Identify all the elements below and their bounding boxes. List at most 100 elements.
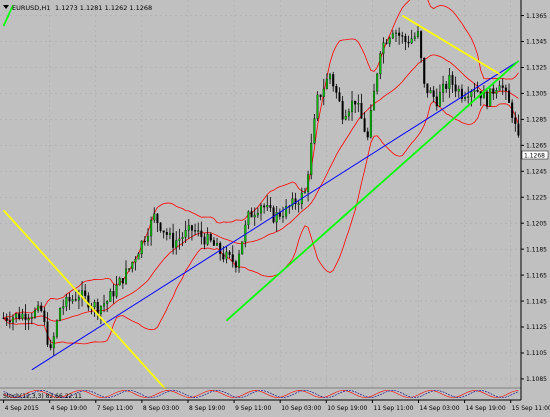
candle-body bbox=[172, 232, 175, 248]
chart-window[interactable]: Stoch(12,3,3) 82.66 22.11 1.1365 1.1345 1.… bbox=[0, 0, 550, 413]
candle-body bbox=[181, 237, 184, 240]
price-tick-label: 1.1305 bbox=[526, 91, 547, 98]
candle-body bbox=[511, 102, 514, 118]
candle-body bbox=[150, 219, 153, 237]
candle-body bbox=[420, 31, 423, 59]
price-chart[interactable]: Stoch(12,3,3) 82.66 22.11 1.1365 1.1345 1.… bbox=[0, 0, 550, 413]
candle-body bbox=[106, 301, 109, 304]
candle-body bbox=[263, 205, 266, 208]
candle-body bbox=[432, 90, 435, 97]
candle-body bbox=[212, 240, 215, 246]
candle-body bbox=[112, 291, 115, 297]
candle-body bbox=[256, 212, 259, 216]
symbol-label: EURUSD,H1 bbox=[12, 4, 50, 12]
candle-body bbox=[68, 297, 71, 302]
candle-body bbox=[109, 291, 112, 302]
candle-body bbox=[363, 118, 366, 132]
time-tick-label: 14 Sep 19:00 bbox=[466, 405, 506, 412]
candle-body bbox=[394, 32, 398, 34]
price-tick-label: 1.1265 bbox=[526, 143, 547, 150]
price-tick-label: 1.1365 bbox=[526, 13, 547, 20]
candle-body bbox=[40, 305, 43, 311]
candle-body bbox=[360, 103, 363, 119]
candle-body bbox=[115, 284, 118, 297]
candle-body bbox=[259, 205, 263, 214]
candle-body bbox=[228, 251, 231, 255]
candle-body bbox=[146, 235, 149, 242]
candle-body bbox=[197, 230, 200, 232]
candle-body bbox=[253, 214, 256, 218]
candle-body bbox=[451, 75, 454, 85]
candle-body bbox=[77, 297, 80, 301]
price-tick-label: 1.1145 bbox=[526, 298, 547, 305]
time-tick-label: 15 Sep 11:00 bbox=[512, 405, 550, 412]
candle-body bbox=[486, 91, 489, 107]
candle-body bbox=[194, 230, 197, 232]
candle-body bbox=[401, 35, 404, 37]
candle-body bbox=[269, 205, 272, 208]
candle-body bbox=[316, 94, 319, 119]
candle-body bbox=[351, 100, 354, 112]
candle-body bbox=[46, 321, 49, 345]
candle-body bbox=[514, 117, 517, 124]
candle-body bbox=[43, 310, 46, 322]
candle-body bbox=[476, 90, 479, 92]
stochastic-label: Stoch(12,3,3) 82.66 22.11 bbox=[3, 393, 82, 400]
chart-header: EURUSD,H1 1.1273 1.1281 1.1262 1.1268 bbox=[3, 4, 152, 12]
candle-body bbox=[391, 33, 394, 39]
candle-body bbox=[33, 310, 36, 318]
candle-body bbox=[429, 90, 432, 94]
candle-body bbox=[379, 53, 382, 75]
candle-body bbox=[410, 38, 413, 44]
candle-body bbox=[30, 316, 33, 319]
time-tick-label: 14 Sep 03:00 bbox=[420, 405, 460, 412]
candle-body bbox=[310, 143, 313, 175]
current-price-marker: 1.1268 bbox=[521, 150, 549, 160]
candle-body bbox=[156, 213, 159, 224]
candle-body bbox=[153, 213, 156, 221]
candle-body bbox=[445, 83, 448, 89]
candle-body bbox=[2, 317, 5, 319]
candle-body bbox=[347, 111, 350, 117]
candle-body bbox=[423, 57, 426, 84]
time-tick-label: 7 Sep 11:00 bbox=[97, 405, 133, 412]
candle-body bbox=[93, 302, 96, 308]
candle-body bbox=[165, 232, 168, 235]
price-marker-text: 1.1268 bbox=[524, 153, 545, 160]
candle-body bbox=[404, 35, 407, 43]
price-tick-label: 1.1205 bbox=[526, 220, 547, 227]
candle-body bbox=[464, 96, 467, 99]
candle-body bbox=[426, 83, 429, 94]
candle-body bbox=[413, 36, 416, 39]
candle-body bbox=[272, 207, 275, 223]
candle-body bbox=[143, 240, 146, 243]
time-tick-label: 9 Sep 11:00 bbox=[235, 405, 271, 412]
candle-body bbox=[357, 103, 360, 105]
candle-body bbox=[366, 131, 369, 138]
candle-body bbox=[338, 92, 341, 102]
candle-body bbox=[369, 110, 372, 138]
time-tick-label: 8 Sep 03:00 bbox=[143, 405, 179, 412]
candle-body bbox=[344, 115, 347, 120]
price-tick-label: 1.1105 bbox=[526, 350, 547, 357]
candle-body bbox=[178, 238, 181, 241]
candle-body bbox=[335, 86, 338, 93]
candle-body bbox=[504, 87, 507, 91]
candle-body bbox=[74, 299, 77, 301]
candle-body bbox=[281, 216, 284, 218]
candle-body bbox=[313, 118, 316, 144]
price-tick-label: 1.1245 bbox=[526, 168, 547, 175]
candle-body bbox=[5, 317, 8, 321]
chart-background bbox=[0, 0, 550, 413]
candle-body bbox=[84, 290, 87, 296]
candle-body bbox=[168, 232, 171, 235]
candle-body bbox=[49, 344, 52, 349]
candle-body bbox=[99, 305, 102, 315]
candle-body bbox=[341, 100, 344, 120]
candle-body bbox=[297, 203, 300, 205]
candle-body bbox=[131, 262, 134, 269]
candle-body bbox=[37, 305, 40, 311]
candle-body bbox=[234, 261, 237, 268]
candle-body bbox=[15, 313, 18, 318]
candle-body bbox=[27, 318, 30, 321]
